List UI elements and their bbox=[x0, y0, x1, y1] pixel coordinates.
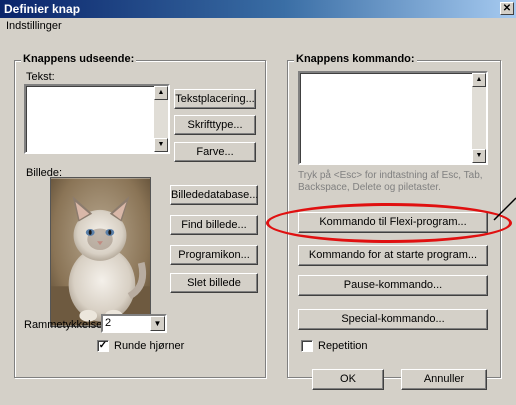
window-title: Definier knap bbox=[4, 2, 81, 16]
scroll-up-icon[interactable]: ▲ bbox=[154, 86, 168, 100]
program-icon-button[interactable]: Programikon... bbox=[170, 245, 258, 265]
delete-image-button[interactable]: Slet billede bbox=[170, 273, 258, 293]
rounded-corners-checkbox[interactable]: ✓ bbox=[97, 340, 109, 352]
text-label: Tekst: bbox=[26, 71, 55, 83]
frame-thickness-label: Rammetykkelse: bbox=[24, 319, 106, 331]
close-icon[interactable]: ✕ bbox=[500, 2, 514, 15]
image-database-button[interactable]: Billededatabase... bbox=[170, 185, 258, 205]
special-command-button[interactable]: Special-kommando... bbox=[298, 309, 488, 330]
scroll-down-icon[interactable]: ▼ bbox=[154, 138, 168, 152]
cat-photo bbox=[50, 177, 151, 327]
repetition-label: Repetition bbox=[318, 340, 368, 352]
command-textarea[interactable]: ▲ ▼ bbox=[298, 71, 488, 165]
scroll-up-icon[interactable]: ▲ bbox=[472, 73, 486, 87]
dialog-client: Indstillinger Knappens udseende: Tekst: … bbox=[0, 18, 516, 405]
color-button[interactable]: Farve... bbox=[174, 142, 256, 162]
frame-thickness-value: 2 bbox=[105, 317, 112, 329]
text-scrollbar[interactable]: ▲ ▼ bbox=[154, 86, 168, 152]
find-image-button[interactable]: Find billede... bbox=[170, 215, 258, 235]
start-program-button[interactable]: Kommando for at starte program... bbox=[298, 245, 488, 266]
title-bar: Definier knap ✕ bbox=[0, 0, 516, 18]
pause-command-button[interactable]: Pause-kommando... bbox=[298, 275, 488, 296]
command-group-title: Knappens kommando: bbox=[294, 53, 417, 65]
ok-button[interactable]: OK bbox=[312, 369, 384, 390]
text-placement-button[interactable]: Tekstplacering... bbox=[174, 89, 256, 109]
cancel-button[interactable]: Annuller bbox=[401, 369, 487, 390]
appearance-group-title: Knappens udseende: bbox=[21, 53, 137, 65]
button-text-input[interactable]: ▲ ▼ bbox=[24, 84, 170, 154]
menu-settings[interactable]: Indstillinger bbox=[6, 20, 62, 32]
flexi-command-button[interactable]: Kommando til Flexi-program... bbox=[298, 212, 488, 233]
scroll-down-icon[interactable]: ▼ bbox=[472, 149, 486, 163]
rounded-corners-label: Runde hjørner bbox=[114, 340, 185, 352]
chevron-down-icon[interactable]: ▼ bbox=[150, 316, 165, 331]
font-button[interactable]: Skrifttype... bbox=[174, 115, 256, 135]
command-scrollbar[interactable]: ▲ ▼ bbox=[472, 73, 486, 163]
repetition-checkbox[interactable] bbox=[301, 340, 313, 352]
esc-hint: Tryk på <Esc> for indtastning af Esc, Ta… bbox=[298, 170, 483, 193]
frame-thickness-select[interactable]: 2 ▼ bbox=[101, 314, 167, 333]
